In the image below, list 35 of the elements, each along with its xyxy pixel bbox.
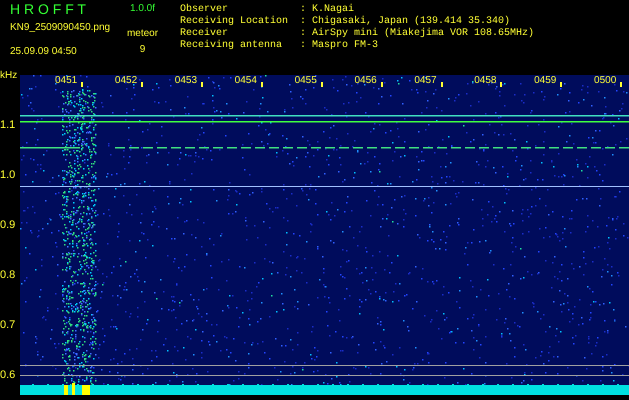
count-value: 9 bbox=[140, 44, 146, 56]
app-title: H R O F F T bbox=[10, 2, 87, 16]
axis-unit: kHz bbox=[0, 70, 18, 82]
date-time: 25.09.09 04:50 bbox=[10, 46, 78, 58]
time-label: 0452 bbox=[114, 75, 138, 87]
axis-label: 1.0 bbox=[0, 169, 16, 181]
file-name: KN9_2509090450.png bbox=[10, 22, 112, 34]
time-label: 0500 bbox=[594, 75, 616, 87]
info-value: Maspro FM-3 bbox=[312, 40, 378, 52]
info-label: Observer bbox=[180, 4, 230, 16]
info-label: Receiving antenna bbox=[180, 40, 284, 52]
axis-label: 0.6 bbox=[0, 369, 16, 381]
time-label: 0457 bbox=[414, 75, 437, 87]
time-label: 0453 bbox=[174, 75, 198, 87]
info-separator: : bbox=[300, 28, 308, 40]
time-label: 0451 bbox=[55, 75, 78, 87]
time-label: 0459 bbox=[534, 75, 556, 87]
info-separator: : bbox=[300, 4, 308, 16]
info-value: K.Nagai bbox=[312, 4, 354, 16]
axis-label: 0.9 bbox=[0, 219, 16, 231]
version-label: 1.0.0f bbox=[130, 2, 156, 16]
info-separator: : bbox=[300, 40, 308, 52]
axis-label: 0.8 bbox=[0, 269, 16, 281]
axis-label: 0.7 bbox=[0, 319, 16, 331]
info-value: Chigasaki, Japan (139.414 35.340) bbox=[312, 16, 510, 28]
time-label: 0454 bbox=[234, 75, 257, 87]
info-separator: : bbox=[300, 16, 308, 28]
info-label: Receiver bbox=[180, 28, 230, 40]
count-label: meteor bbox=[126, 28, 158, 40]
info-value: AirSpy mini (Miakejima VOR 108.65MHz) bbox=[312, 28, 534, 40]
time-label: 0455 bbox=[294, 75, 317, 87]
axis-label: 1.1 bbox=[0, 119, 16, 131]
time-label: 0456 bbox=[354, 75, 377, 87]
time-label: 0458 bbox=[474, 75, 496, 87]
info-label: Receiving Location bbox=[180, 16, 290, 28]
